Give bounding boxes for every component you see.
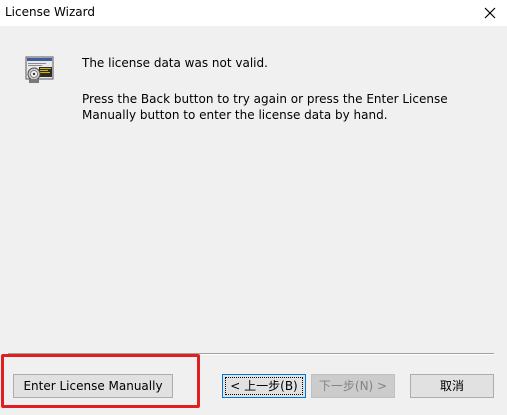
title-bar: License Wizard	[0, 0, 507, 26]
close-icon	[484, 7, 496, 19]
enter-license-manually-button[interactable]: Enter License Manually	[13, 374, 173, 398]
close-button[interactable]	[473, 0, 507, 26]
next-button: 下一步(N) >	[311, 374, 395, 398]
error-message: The license data was not valid.	[82, 56, 268, 70]
window-title: License Wizard	[5, 5, 95, 19]
back-button-label: < 上一步(B)	[230, 379, 298, 393]
button-divider	[8, 353, 494, 355]
cancel-button[interactable]: 取消	[410, 374, 494, 398]
license-certificate-icon	[25, 56, 54, 83]
dialog-body	[0, 26, 507, 415]
back-button[interactable]: < 上一步(B)	[222, 374, 306, 398]
instruction-message: Press the Back button to try again or pr…	[82, 92, 448, 122]
